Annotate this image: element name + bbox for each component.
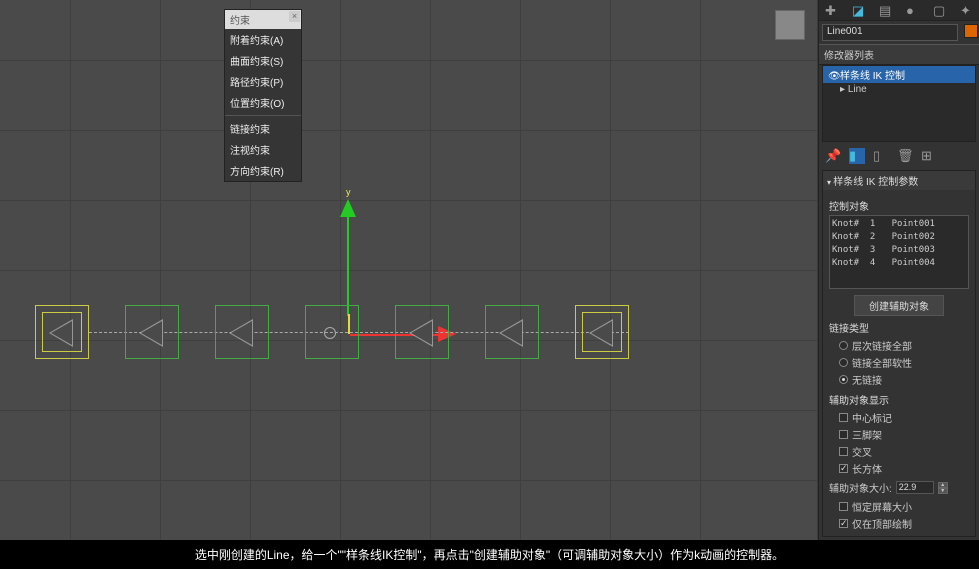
radio-link-all[interactable]: 层次链接全部 (829, 337, 969, 354)
helper-2[interactable] (125, 305, 179, 359)
link-type-label: 链接类型 (829, 320, 969, 335)
panel-tabs: ✚ ◪ ▤ ● ▢ ✦ (819, 0, 979, 21)
pin-icon[interactable]: 📌 (825, 148, 841, 164)
object-name-input[interactable]: Line001 (822, 24, 958, 41)
eye-icon[interactable]: 👁 (828, 71, 840, 82)
display-tab-icon[interactable]: ▢ (933, 3, 946, 17)
check-constant-size[interactable]: 恒定屏幕大小 (829, 498, 969, 515)
radio-link-soft[interactable]: 链接全部软性 (829, 354, 969, 371)
ctx-title: 约束 (230, 16, 250, 27)
modifier-toolbar: 📌 ▮ ▯ 🗑 ⊞ (819, 145, 979, 167)
helper-4[interactable] (305, 305, 359, 359)
close-icon[interactable]: × (289, 11, 300, 22)
create-helpers-button[interactable]: 创建辅助对象 (854, 295, 944, 316)
delete-icon[interactable]: 🗑 (897, 148, 913, 164)
ctx-header: 约束 × (225, 10, 301, 29)
helper-6[interactable] (485, 305, 539, 359)
rollup-header[interactable]: 样条线 IK 控制参数 (823, 171, 975, 190)
helper-7[interactable] (575, 305, 629, 359)
helper-1[interactable] (35, 305, 89, 359)
caption-footer: 选中刚创建的Line，给一个""样条线IK控制"，再点击"创建辅助对象"（可调辅… (0, 540, 979, 569)
axis-y-label: y (346, 187, 351, 197)
helper-3[interactable] (215, 305, 269, 359)
constraint-context-menu: 约束 × 附着约束(A) 曲面约束(S) 路径约束(P) 位置约束(O) 链接约… (224, 9, 302, 182)
mod-spline-ik[interactable]: 👁样条线 IK 控制 (823, 66, 975, 83)
size-label: 辅助对象大小: (829, 480, 892, 495)
configure-icon[interactable]: ⊞ (921, 148, 937, 164)
object-color-swatch[interactable] (964, 24, 978, 38)
ctx-item-link[interactable]: 链接约束 (225, 118, 301, 139)
size-spinner[interactable]: 22.9 (896, 481, 934, 494)
spin-down-icon[interactable]: ▼ (938, 488, 948, 494)
viewcube[interactable] (775, 10, 805, 40)
check-draw-top[interactable]: 仅在顶部绘制 (829, 515, 969, 532)
radio-no-link[interactable]: 无链接 (829, 371, 969, 388)
command-panel: ✚ ◪ ▤ ● ▢ ✦ Line001 修改器列表 👁样条线 IK 控制 ▸ L… (818, 0, 979, 540)
gizmo-y-arrow-icon (340, 199, 356, 217)
check-center-marker[interactable]: 中心标记 (829, 409, 969, 426)
show-end-icon[interactable]: ▮ (849, 148, 865, 164)
ctx-item-position[interactable]: 位置约束(O) (225, 92, 301, 113)
helper-5[interactable] (395, 305, 449, 359)
bone-chain (35, 305, 629, 359)
modify-tab-icon[interactable]: ◪ (852, 3, 865, 17)
ctx-item-surface[interactable]: 曲面约束(S) (225, 50, 301, 71)
mod-line[interactable]: ▸ Line (823, 83, 975, 96)
modifier-stack[interactable]: 👁样条线 IK 控制 ▸ Line (822, 65, 976, 142)
spline-ik-rollup: 样条线 IK 控制参数 控制对象 Knot# 1 Point001 Knot# … (822, 170, 976, 537)
create-tab-icon[interactable]: ✚ (825, 3, 838, 17)
helper-display-label: 辅助对象显示 (829, 392, 969, 407)
make-unique-icon[interactable]: ▯ (873, 148, 889, 164)
ctx-item-path[interactable]: 路径约束(P) (225, 71, 301, 92)
motion-tab-icon[interactable]: ● (906, 3, 919, 17)
modifier-list-header[interactable]: 修改器列表 (819, 44, 979, 65)
check-box[interactable]: 长方体 (829, 460, 969, 477)
viewport[interactable]: y 约束 × 附着约束(A) 曲面约束(S) 路径约束(P) 位置约束(O) 链… (0, 0, 817, 540)
ctx-item-lookat[interactable]: 注视约束 (225, 139, 301, 160)
gizmo-y-axis[interactable] (347, 208, 349, 316)
utilities-tab-icon[interactable]: ✦ (960, 3, 973, 17)
knot-label: 控制对象 (829, 198, 969, 213)
check-cross[interactable]: 交叉 (829, 443, 969, 460)
grid (0, 0, 817, 540)
ctx-item-attach[interactable]: 附着约束(A) (225, 29, 301, 50)
check-tripod[interactable]: 三脚架 (829, 426, 969, 443)
hierarchy-tab-icon[interactable]: ▤ (879, 3, 892, 17)
knot-list[interactable]: Knot# 1 Point001 Knot# 2 Point002 Knot# … (829, 215, 969, 289)
caption-text: 选中刚创建的Line，给一个""样条线IK控制"，再点击"创建辅助对象"（可调辅… (195, 546, 784, 563)
ctx-item-orient[interactable]: 方向约束(R) (225, 160, 301, 181)
